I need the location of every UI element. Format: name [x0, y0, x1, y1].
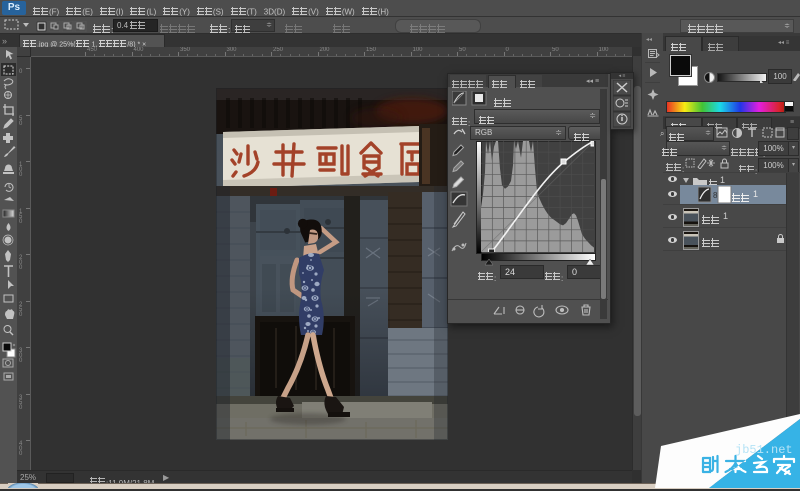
- svg-text:8: 8: [713, 191, 718, 200]
- svg-text:jb51.net: jb51.net: [735, 443, 793, 457]
